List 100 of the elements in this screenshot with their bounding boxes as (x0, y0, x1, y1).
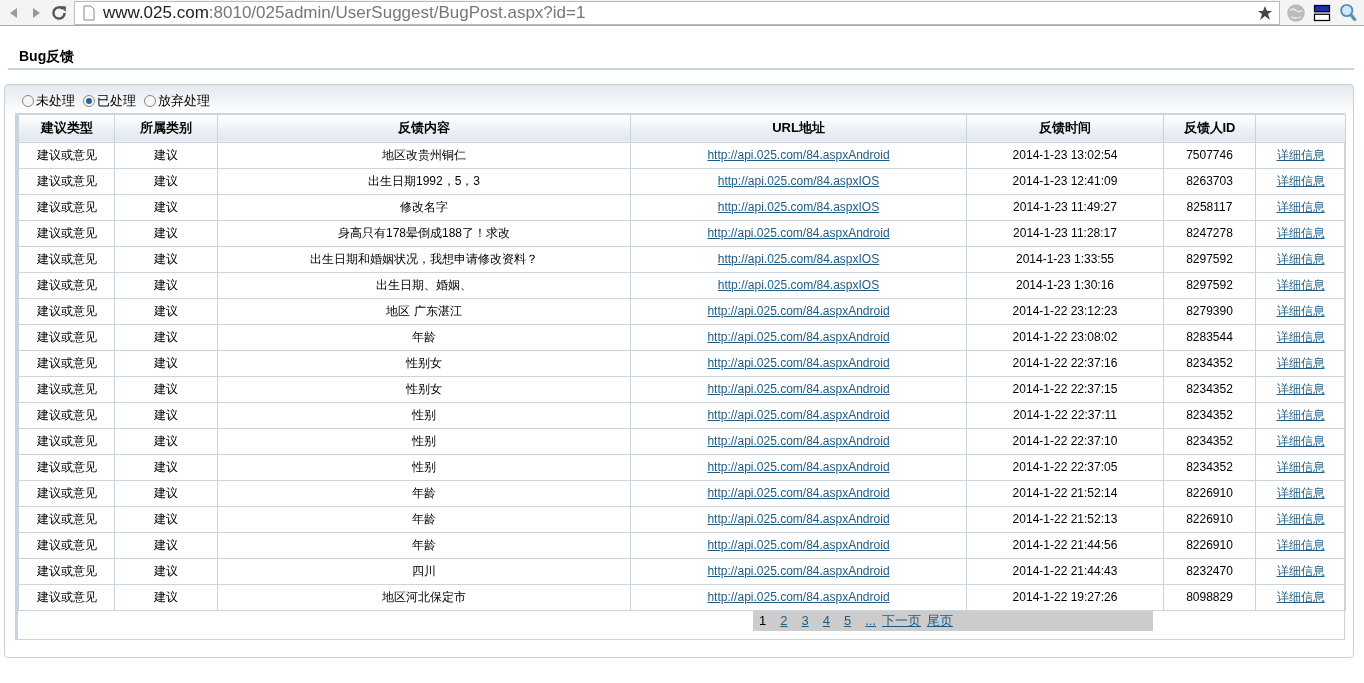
table-cell: 建议 (114, 376, 218, 402)
page-title: Bug反馈 (19, 48, 75, 64)
table-cell: 年龄 (217, 506, 631, 532)
table-cell: 建议或意见 (18, 376, 115, 402)
table-cell: 2014-1-23 1:30:16 (966, 272, 1164, 298)
table-cell: 建议 (114, 194, 218, 220)
table-cell: 2014-1-23 11:49:27 (966, 194, 1164, 220)
table-cell: 建议或意见 (18, 558, 115, 584)
table-cell: 建议或意见 (18, 246, 115, 272)
radio-button[interactable] (144, 94, 156, 107)
radio-button[interactable] (83, 94, 95, 107)
table-cell: 地区 广东湛江 (217, 298, 631, 324)
table-cell: 2014-1-22 22:37:16 (966, 350, 1164, 376)
table-cell: 四川 (217, 558, 631, 584)
table-cell: 建议或意见 (18, 350, 115, 376)
table-cell: 建议或意见 (18, 168, 115, 194)
table-cell: 8234352 (1163, 402, 1256, 428)
radio-label[interactable]: 放弃处理 (158, 91, 210, 111)
page-link[interactable]: 下一页 (882, 610, 921, 631)
table-cell: 8263703 (1163, 168, 1256, 194)
table-cell: 8226910 (1163, 506, 1256, 532)
page-link[interactable]: ... (865, 610, 876, 631)
table-cell: 建议 (114, 220, 218, 246)
table-cell: 8234352 (1163, 454, 1256, 480)
table-cell: 身高只有178晕倒成188了！求改 (217, 220, 631, 246)
table-cell: 2014-1-22 22:37:11 (966, 402, 1164, 428)
table-cell: 建议或意见 (18, 428, 115, 454)
table-cell: 性别女 (217, 376, 631, 402)
table-cell: 出生日期1992，5，3 (217, 168, 631, 194)
table-cell: 建议或意见 (18, 402, 115, 428)
table-cell: 8234352 (1163, 350, 1256, 376)
table-cell: 建议 (114, 428, 218, 454)
table-cell: 8098829 (1163, 584, 1256, 610)
table-cell: 2014-1-22 21:44:56 (966, 532, 1164, 558)
table-cell: 建议 (114, 584, 218, 610)
column-header: 反馈时间 (966, 114, 1164, 142)
table-cell: 8279390 (1163, 298, 1256, 324)
table-cell: 建议或意见 (18, 142, 115, 168)
table-cell: 出生日期和婚姻状况，我想申请修改资料？ (217, 246, 631, 272)
page-link[interactable]: 2 (780, 610, 788, 631)
table-cell: 8226910 (1163, 480, 1256, 506)
table-cell: 建议 (114, 532, 218, 558)
table-cell: 修改名字 (217, 194, 631, 220)
page-link[interactable]: 3 (801, 610, 809, 631)
table-cell: 性别 (217, 402, 631, 428)
table-cell: 8297592 (1163, 272, 1256, 298)
table-cell: 建议或意见 (18, 454, 115, 480)
table-cell: 建议 (114, 402, 218, 428)
table-cell: 8297592 (1163, 246, 1256, 272)
address-bar[interactable]: www.025.com:8010/025admin/UserSuggest/BugPost.aspx?id=1 (74, 0, 1280, 25)
table-cell: 建议 (114, 506, 218, 532)
table-cell: 性别 (217, 454, 631, 480)
table-cell: 建议或意见 (18, 272, 115, 298)
table-cell: 性别 (217, 428, 631, 454)
table-cell: 建议或意见 (18, 298, 115, 324)
radio-label[interactable]: 未处理 (36, 91, 75, 111)
table-cell: 建议 (114, 168, 218, 194)
table-cell: 建议 (114, 298, 218, 324)
url-path: :8010/025admin/UserSuggest/BugPost.aspx?id=1 (208, 2, 586, 22)
page-link[interactable]: 尾页 (927, 610, 953, 631)
table-cell: 2014-1-22 23:08:02 (966, 324, 1164, 350)
table-cell: 建议 (114, 272, 218, 298)
globe-icon[interactable] (1286, 2, 1306, 23)
table-cell: 建议 (114, 324, 218, 350)
column-header: 反馈内容 (217, 114, 631, 142)
magnifier-icon[interactable] (1338, 2, 1358, 23)
radio-label[interactable]: 已处理 (97, 91, 136, 111)
table-cell: 建议 (114, 480, 218, 506)
table-cell: 8258117 (1163, 194, 1256, 220)
table-cell: 2014-1-22 21:52:13 (966, 506, 1164, 532)
table-cell: 性别女 (217, 350, 631, 376)
table-cell: 2014-1-22 21:52:14 (966, 480, 1164, 506)
table-cell: 建议或意见 (18, 220, 115, 246)
table-cell: 建议 (114, 350, 218, 376)
layout-icon[interactable] (1312, 2, 1332, 23)
table-cell: 建议或意见 (18, 584, 115, 610)
star-icon[interactable] (1257, 4, 1273, 21)
radio-button[interactable] (22, 94, 34, 107)
table-cell: 2014-1-23 11:28:17 (966, 220, 1164, 246)
page-link[interactable]: 4 (822, 610, 830, 631)
table-cell: 建议 (114, 142, 218, 168)
table-cell: 建议 (114, 558, 218, 584)
table-cell: 地区改贵州铜仁 (217, 142, 631, 168)
page-link[interactable]: 1 (759, 610, 767, 631)
table-cell: 2014-1-22 21:44:43 (966, 558, 1164, 584)
table-cell: 2014-1-23 12:41:09 (966, 168, 1164, 194)
table-cell: 年龄 (217, 532, 631, 558)
page-link[interactable]: 5 (843, 610, 852, 631)
table-cell: 建议 (114, 454, 218, 480)
table-cell: 地区河北保定市 (217, 584, 631, 610)
table-cell: 8247278 (1163, 220, 1256, 246)
table-cell: 年龄 (217, 480, 631, 506)
table-cell: 2014-1-23 13:02:54 (966, 142, 1164, 168)
table-cell: 建议或意见 (18, 532, 115, 558)
table-cell: 建议 (114, 246, 218, 272)
reload-icon[interactable] (50, 3, 68, 22)
table-cell: 建议或意见 (18, 480, 115, 506)
table-cell: 8226910 (1163, 532, 1256, 558)
table-cell: 建议或意见 (18, 506, 115, 532)
table-cell: 建议或意见 (18, 194, 115, 220)
